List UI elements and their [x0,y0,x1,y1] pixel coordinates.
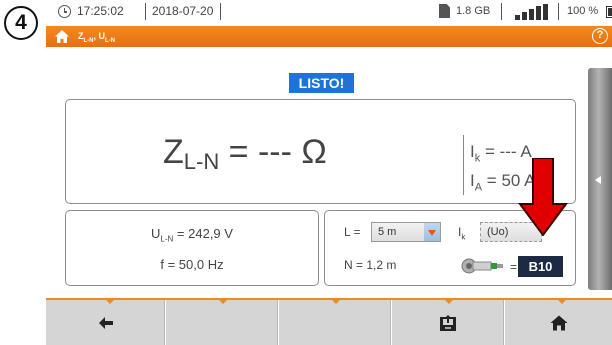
red-arrow-icon [518,158,568,236]
fuse-equals: = [510,260,518,274]
step-number-badge: 4 [4,6,38,40]
frequency-reading: f = 50,0 Hz [160,257,224,272]
signal-strength-icon [515,4,549,20]
cable-length-dropdown[interactable]: 5 m [371,222,441,242]
voltage-reading: UL-N = 242,9 V [151,226,233,244]
back-arrow-icon [98,316,113,329]
status-separator [558,3,559,20]
ik-mode-value: (Uo) [487,226,509,238]
toolbar-button-empty-2[interactable] [279,300,392,345]
save-button[interactable] [392,300,505,345]
fuse-type-value[interactable]: B10 [518,256,563,277]
memory-free: 1.8 GB [456,5,491,17]
memory-card-icon [439,4,450,18]
save-icon [440,314,456,331]
result-panel: ZL-N = --- Ω Ik = --- A IA = 50 A [65,99,576,204]
home-icon[interactable] [54,29,70,44]
meter-screen: 4 17:25:02 2018-07-20 1.8 GB 100 % ZL-N,… [0,0,612,345]
bottom-toolbar [46,298,612,345]
chevron-down-icon[interactable] [424,223,440,241]
voltage-panel: UL-N = 242,9 V f = 50,0 Hz [65,210,319,286]
result-divider [463,135,464,195]
home-icon [550,315,567,330]
title-bar: ZL-N, UL-N ? [46,26,612,47]
measurement-title: ZL-N, UL-N [78,31,116,44]
ik-mode-label: Ik [458,225,466,242]
n-length-reading: N = 1,2 m [344,258,397,272]
ready-status-label: LISTO! [289,73,354,93]
status-bar: 17:25:02 2018-07-20 1.8 GB 100 % [46,0,612,24]
status-time: 17:25:02 [77,4,124,18]
fuse-probe-icon [461,258,503,274]
cable-length-value: 5 m [378,226,397,238]
side-panel-tab[interactable] [588,68,612,290]
battery-icon [606,6,612,18]
home-button[interactable] [505,300,612,345]
status-separator [501,3,502,20]
impedance-result: ZL-N = --- Ω [163,133,327,174]
help-icon[interactable]: ? [592,28,608,44]
cable-length-label: L = [344,225,361,239]
battery-percent: 100 % [567,5,599,17]
toolbar-button-empty-1[interactable] [166,300,279,345]
back-button[interactable] [46,300,166,345]
clock-icon [58,5,71,18]
status-date: 2018-07-20 [152,4,214,18]
status-separator [145,3,146,20]
status-separator [220,3,221,20]
